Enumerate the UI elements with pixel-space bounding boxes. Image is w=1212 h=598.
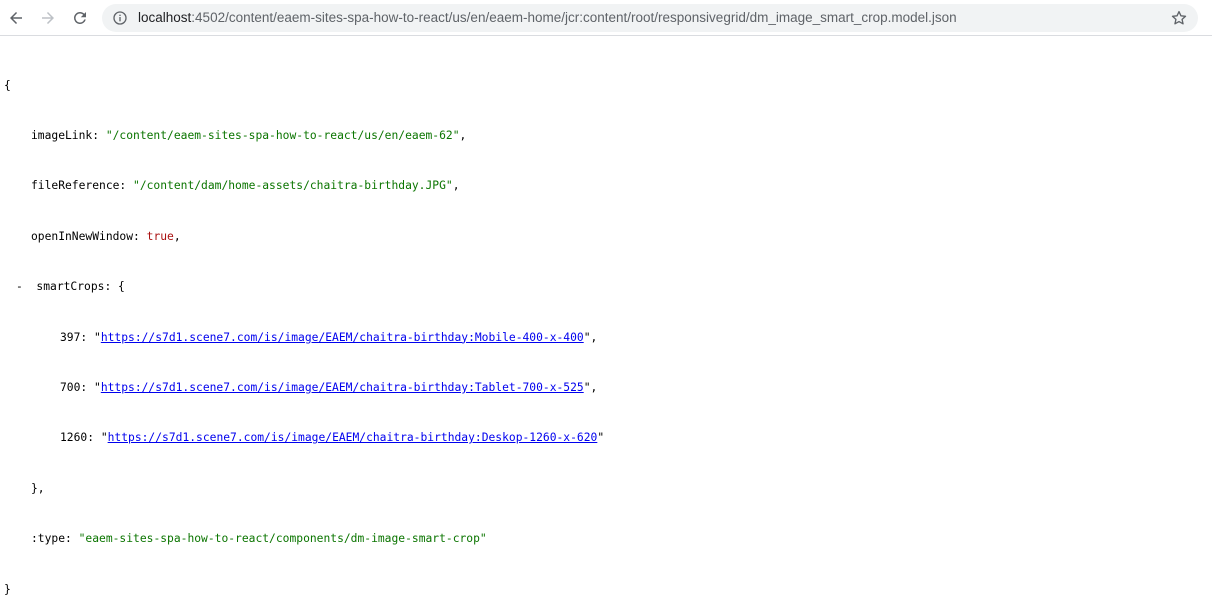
json-key: imageLink xyxy=(31,129,92,142)
url-host: localhost xyxy=(138,10,191,25)
json-close-object: }, xyxy=(4,481,604,498)
json-key: :type xyxy=(31,532,65,545)
collapse-toggle[interactable]: - xyxy=(16,280,23,293)
json-key: fileReference xyxy=(31,179,119,192)
forward-arrow-icon xyxy=(39,9,57,27)
json-row-crop-1260: 1260: "https://s7d1.scene7.com/is/image/… xyxy=(4,430,604,447)
json-row-smartcrops: - smartCrops: { xyxy=(4,279,604,296)
json-row-openinnewwindow: openInNewWindow: true, xyxy=(4,229,604,246)
back-button[interactable] xyxy=(4,6,28,30)
browser-toolbar: localhost:4502/content/eaem-sites-spa-ho… xyxy=(0,0,1212,36)
back-arrow-icon xyxy=(7,9,25,27)
json-key: 1260 xyxy=(60,431,87,444)
json-key: 700 xyxy=(60,381,80,394)
json-row-type: :type: "eaem-sites-spa-how-to-react/comp… xyxy=(4,531,604,548)
json-row-crop-700: 700: "https://s7d1.scene7.com/is/image/E… xyxy=(4,380,604,397)
json-viewer: { imageLink: "/content/eaem-sites-spa-ho… xyxy=(4,44,604,598)
json-boolean-value: true xyxy=(147,230,174,243)
reload-icon xyxy=(71,9,89,27)
json-link-value[interactable]: https://s7d1.scene7.com/is/image/EAEM/ch… xyxy=(101,381,584,394)
address-bar[interactable]: localhost:4502/content/eaem-sites-spa-ho… xyxy=(102,4,1198,32)
json-link-value[interactable]: https://s7d1.scene7.com/is/image/EAEM/ch… xyxy=(101,331,584,344)
json-open-brace: { xyxy=(4,78,604,95)
url-text[interactable]: localhost:4502/content/eaem-sites-spa-ho… xyxy=(138,10,957,26)
json-close-brace: } xyxy=(4,582,604,598)
star-icon[interactable] xyxy=(1170,9,1188,27)
json-key: 397 xyxy=(60,331,80,344)
json-link-value[interactable]: https://s7d1.scene7.com/is/image/EAEM/ch… xyxy=(108,431,598,444)
json-key: smartCrops xyxy=(36,280,104,293)
json-row-filereference: fileReference: "/content/dam/home-assets… xyxy=(4,178,604,195)
info-icon[interactable] xyxy=(112,10,128,26)
forward-button[interactable] xyxy=(36,6,60,30)
json-row-imagelink: imageLink: "/content/eaem-sites-spa-how-… xyxy=(4,128,604,145)
json-string-value: "/content/dam/home-assets/chaitra-birthd… xyxy=(133,179,453,192)
json-row-crop-397: 397: "https://s7d1.scene7.com/is/image/E… xyxy=(4,330,604,347)
json-string-value: "eaem-sites-spa-how-to-react/components/… xyxy=(79,532,487,545)
reload-button[interactable] xyxy=(68,6,92,30)
json-string-value: "/content/eaem-sites-spa-how-to-react/us… xyxy=(106,129,460,142)
url-path: :4502/content/eaem-sites-spa-how-to-reac… xyxy=(191,10,956,25)
json-key: openInNewWindow xyxy=(31,230,133,243)
